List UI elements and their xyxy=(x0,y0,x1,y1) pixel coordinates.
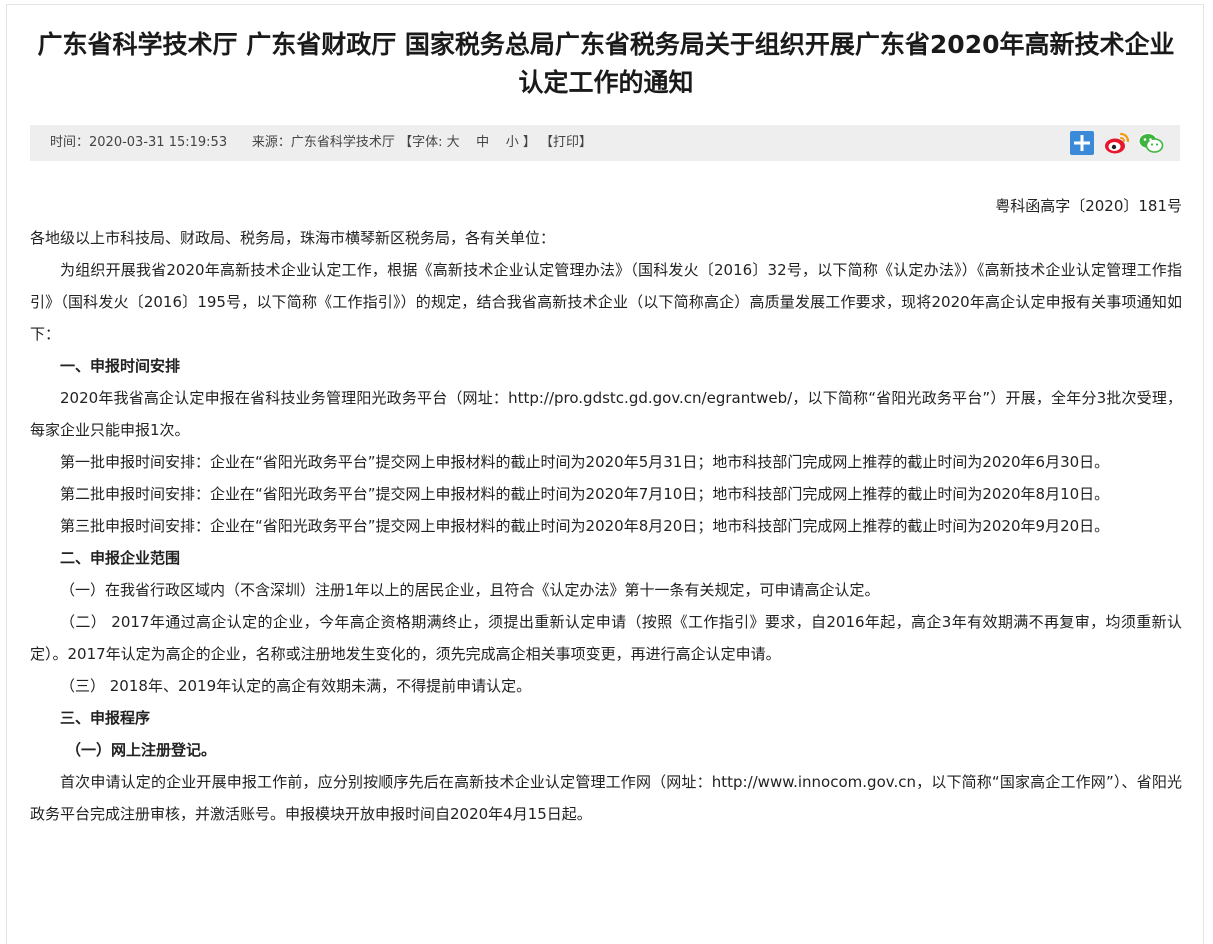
article-meta-info: 时间：2020-03-31 15:19:53 来源：广东省科学技术厅 【字体: … xyxy=(50,125,592,161)
section-heading: 三、申报程序 xyxy=(60,709,151,727)
paragraph: 第二批申报时间安排：企业在“省阳光政务平台”提交网上申报材料的截止时间为2020… xyxy=(60,485,1110,503)
subsection-heading: （一）网上注册登记。 xyxy=(66,741,217,759)
source-value: 广东省科学技术厅 xyxy=(290,135,395,150)
share-bar xyxy=(1070,131,1164,155)
time-label: 时间： xyxy=(50,135,90,150)
paragraph: （二） 2017年通过高企认定的企业，今年高企资格期满终止，须提出重新认定申请（… xyxy=(30,613,1182,663)
font-medium-button[interactable]: 中 xyxy=(476,135,489,150)
font-small-button[interactable]: 小 xyxy=(506,135,519,150)
source-label: 来源： xyxy=(251,135,291,150)
article-meta-bar: 时间：2020-03-31 15:19:53 来源：广东省科学技术厅 【字体: … xyxy=(30,125,1180,161)
paragraph: 第一批申报时间安排：企业在“省阳光政务平台”提交网上申报材料的截止时间为2020… xyxy=(60,453,1110,471)
paragraph: 第三批申报时间安排：企业在“省阳光政务平台”提交网上申报材料的截止时间为2020… xyxy=(60,517,1110,535)
article-body: 粤科函高字〔2020〕181号 各地级以上市科技局、财政局、税务局，珠海市横琴新… xyxy=(30,190,1182,830)
plus-share-icon[interactable] xyxy=(1070,131,1094,155)
document-number: 粤科函高字〔2020〕181号 xyxy=(995,197,1182,215)
publish-time: 2020-03-31 15:19:53 xyxy=(89,135,228,150)
print-button[interactable]: 【打印】 xyxy=(540,135,592,150)
salutation: 各地级以上市科技局、财政局、税务局，珠海市横琴新区税务局，各有关单位： xyxy=(30,229,556,247)
article-title: 广东省科学技术厅 广东省财政厅 国家税务总局广东省税务局关于组织开展广东省202… xyxy=(37,30,1175,97)
paragraph: （一）在我省行政区域内（不含深圳）注册1年以上的居民企业，且符合《认定办法》第十… xyxy=(60,581,880,599)
paragraph: 首次申请认定的企业开展申报工作前，应分别按顺序先后在高新技术企业认定管理工作网（… xyxy=(30,773,1182,823)
weibo-icon[interactable] xyxy=(1104,131,1130,155)
section-heading: 二、申报企业范围 xyxy=(60,549,181,567)
paragraph: （三） 2018年、2019年认定的高企有效期未满，不得提前申请认定。 xyxy=(60,677,532,695)
font-large-button[interactable]: 大 xyxy=(447,135,460,150)
font-size-close: 】 xyxy=(522,135,536,150)
intro-paragraph: 为组织开展我省2020年高新技术企业认定工作，根据《高新技术企业认定管理办法》（… xyxy=(30,261,1182,343)
wechat-icon[interactable] xyxy=(1138,131,1164,155)
paragraph: 2020年我省高企认定申报在省科技业务管理阳光政务平台（网址：http://pr… xyxy=(30,389,1182,439)
font-size-open: 【字体: xyxy=(399,135,443,150)
section-heading: 一、申报时间安排 xyxy=(60,357,181,375)
